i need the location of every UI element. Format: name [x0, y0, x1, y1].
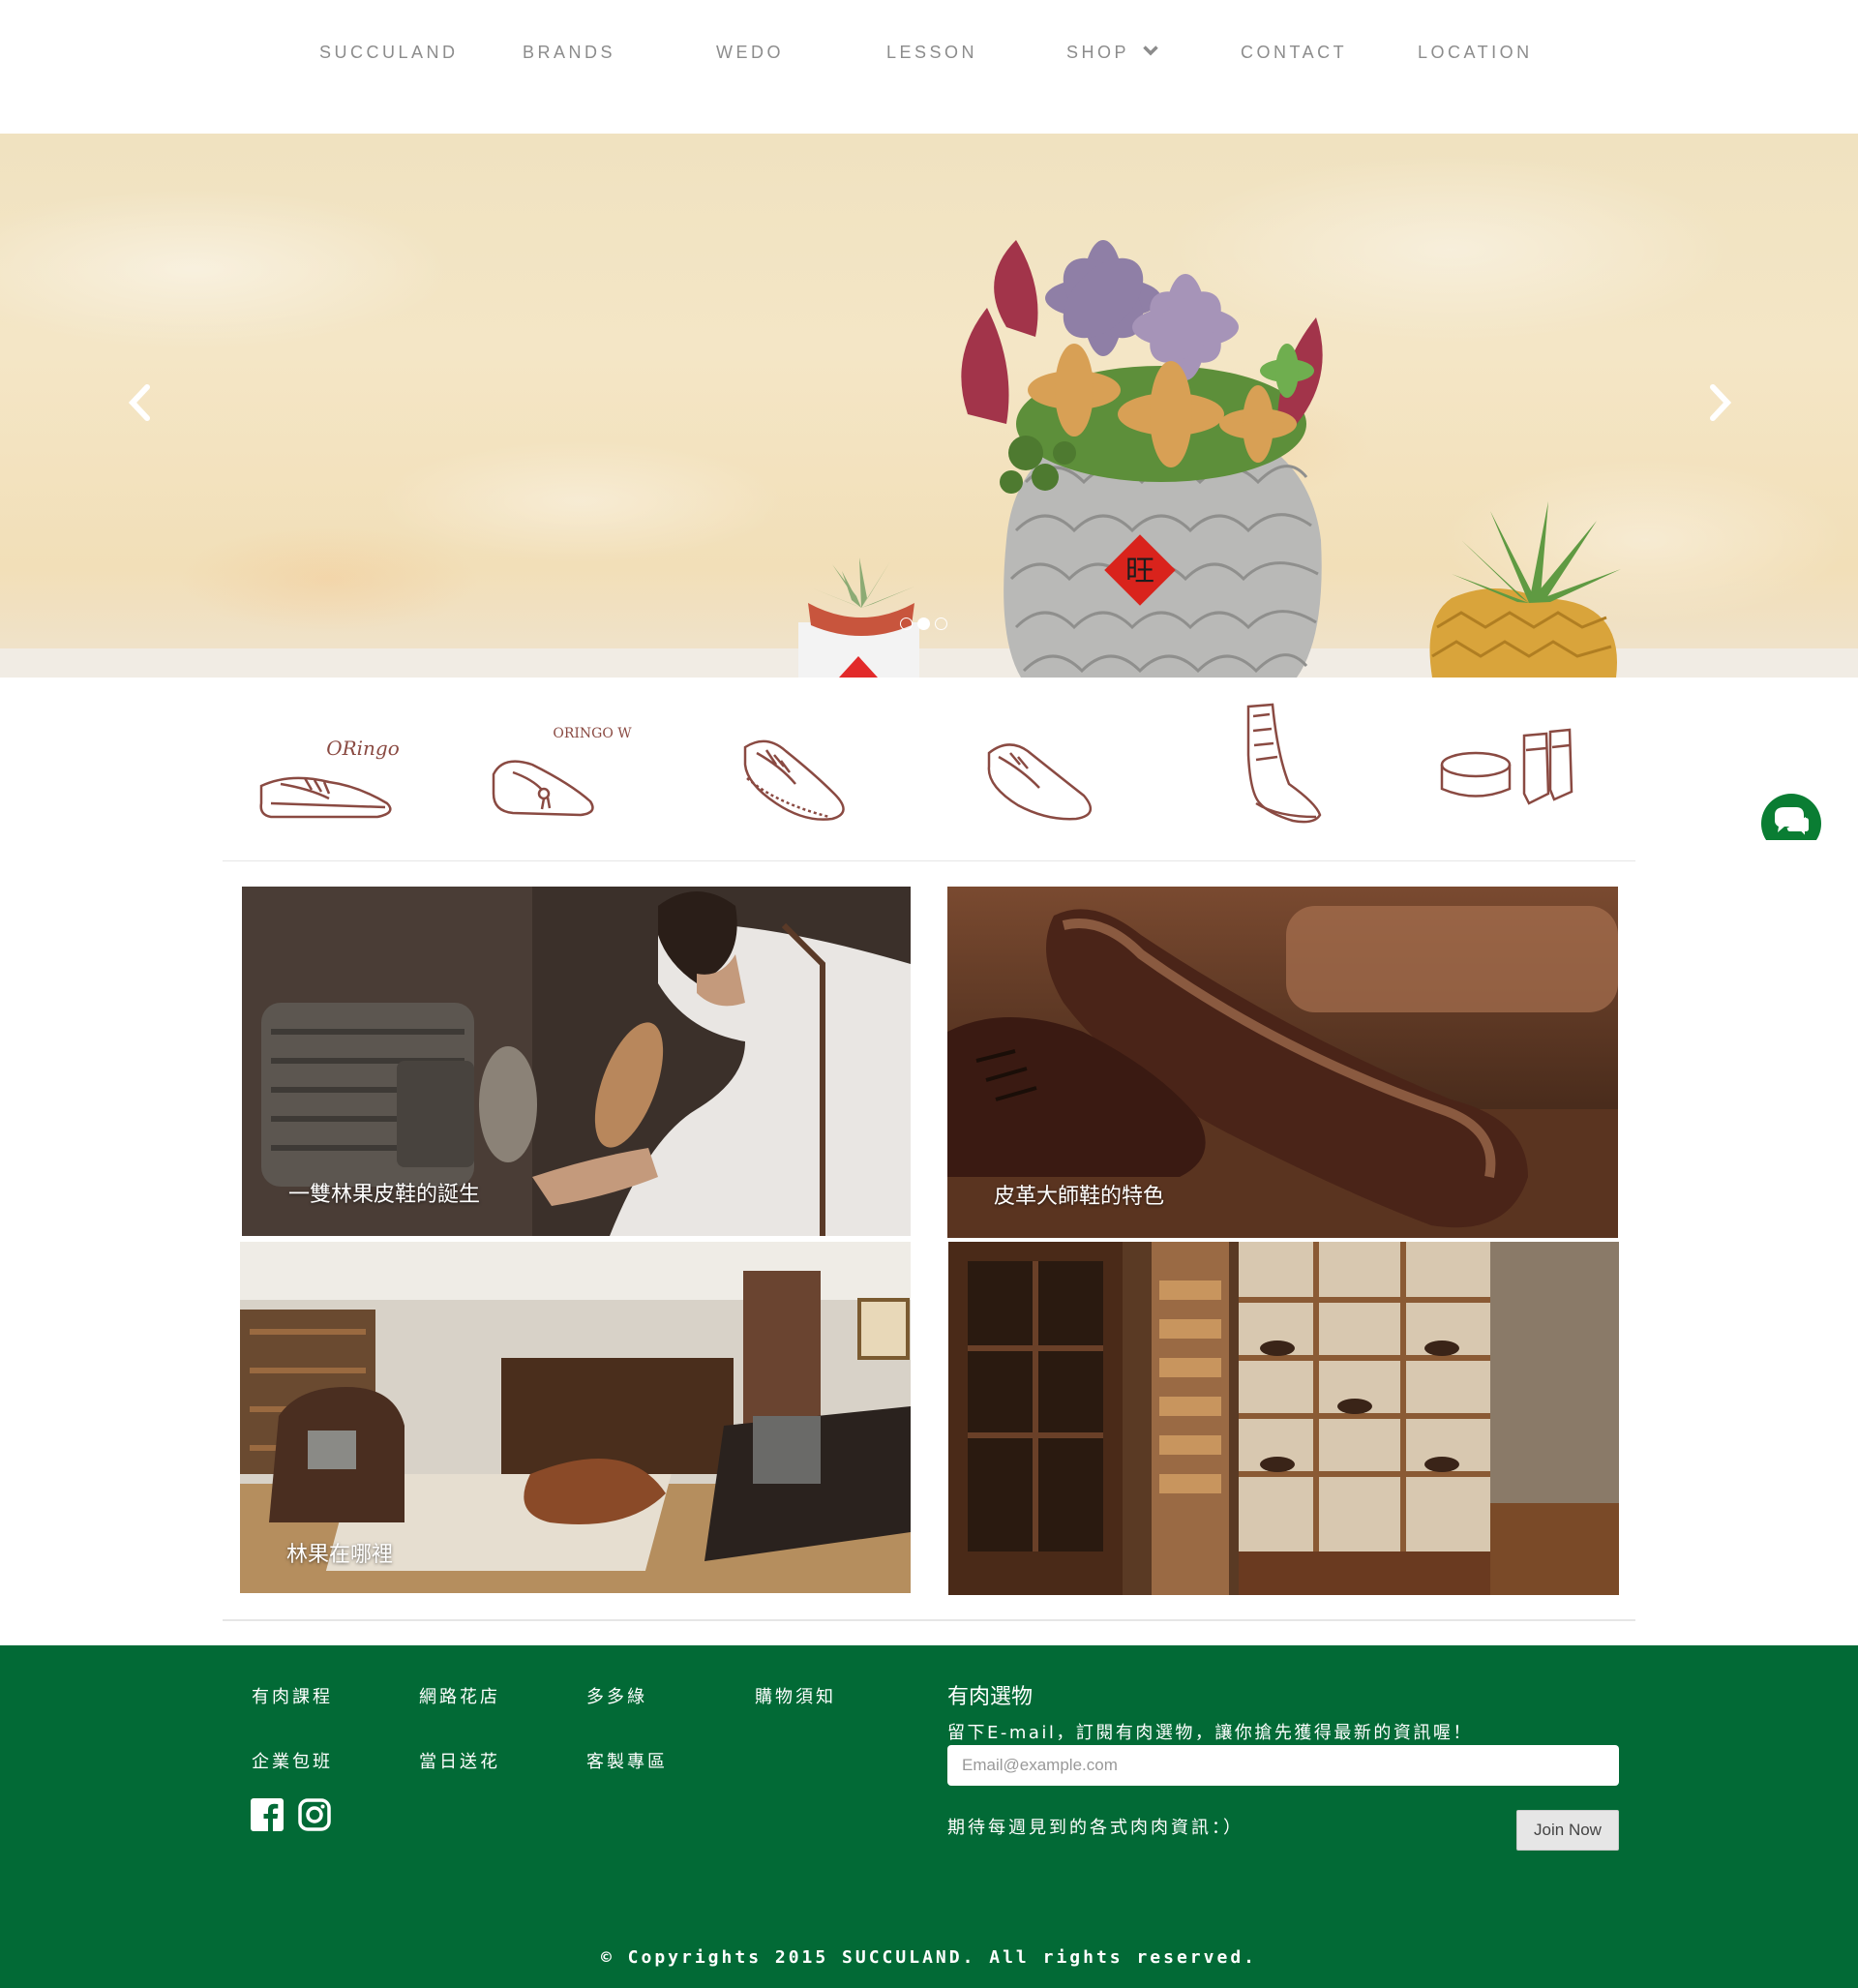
- nav-shop[interactable]: SHOP: [1066, 43, 1158, 63]
- join-now-button[interactable]: Join Now: [1516, 1810, 1619, 1851]
- footer-link-online-florist[interactable]: 網路花店: [419, 1683, 500, 1708]
- footer: 有肉課程 網路花店 多多綠 購物須知 企業包班 當日送花 客製專區 有肉選物 留…: [0, 1645, 1858, 1988]
- brand-oringo-w-loafer[interactable]: ORINGO W: [484, 697, 648, 842]
- tile-store-shelves-image: [948, 1242, 1619, 1595]
- nav-shop-label: SHOP: [1066, 43, 1129, 62]
- facebook-icon[interactable]: [251, 1798, 284, 1831]
- subscribe-description: 留下E-mail，訂閱有肉選物，讓你搶先獲得最新的資訊喔！: [947, 1723, 1473, 1743]
- footer-link-custom-orders[interactable]: 客製專區: [586, 1748, 668, 1773]
- tile-store-shelves[interactable]: [948, 1242, 1619, 1595]
- subscribe-note: 期待每週見到的各式肉肉資訊：）: [947, 1818, 1244, 1838]
- footer-link-duoduolu[interactable]: 多多綠: [586, 1683, 647, 1708]
- carousel-next-button[interactable]: [1695, 374, 1744, 432]
- footer-link-corporate-class[interactable]: 企業包班: [252, 1748, 333, 1773]
- nav-contact[interactable]: CONTACT: [1241, 43, 1347, 63]
- carousel-dot-1[interactable]: [900, 617, 913, 630]
- instagram-icon[interactable]: [298, 1798, 331, 1831]
- tile-caption: 皮革大師鞋的特色: [994, 1185, 1165, 1209]
- footer-link-same-day-delivery[interactable]: 當日送花: [419, 1748, 500, 1773]
- tile-store-location[interactable]: 林果在哪裡: [240, 1242, 911, 1593]
- pot-sign: 旺: [1125, 555, 1154, 588]
- brand-derby-shoe[interactable]: [970, 697, 1134, 842]
- brand-strip: ORingo ORINGO W: [223, 678, 1635, 861]
- chevron-down-icon: [1143, 45, 1158, 56]
- nav-lesson[interactable]: LESSON: [886, 43, 977, 63]
- brand-shoe-care-kit[interactable]: [1432, 697, 1597, 842]
- tile-leather-features[interactable]: 皮革大師鞋的特色: [947, 887, 1618, 1238]
- hero-image: 旺: [798, 240, 1621, 678]
- carousel-dot-3[interactable]: [935, 617, 947, 630]
- tile-caption: 林果在哪裡: [286, 1543, 394, 1567]
- carousel-prev-button[interactable]: [116, 374, 165, 432]
- chat-icon: [1761, 794, 1821, 840]
- tile-caption: 一雙林果皮鞋的誕生: [288, 1183, 481, 1207]
- carousel-indicators: [900, 617, 947, 630]
- email-field[interactable]: [947, 1745, 1619, 1786]
- content-divider: [223, 1619, 1635, 1621]
- footer-link-courses[interactable]: 有肉課程: [252, 1683, 333, 1708]
- chat-widget-button[interactable]: [1761, 792, 1821, 840]
- footer-link-shopping-notice[interactable]: 購物須知: [755, 1683, 836, 1708]
- brand-oringo-shoe[interactable]: ORingo: [252, 697, 416, 842]
- brand-text-oringo: ORingo: [326, 737, 400, 760]
- nav-brands[interactable]: BRANDS: [523, 43, 615, 63]
- top-navigation: SUCCULAND BRANDS WEDO LESSON SHOP CONTAC…: [0, 0, 1858, 134]
- brand-text-oringo-w: ORINGO W: [553, 726, 632, 741]
- chevron-left-icon: [128, 384, 150, 421]
- carousel-dot-2[interactable]: [917, 617, 930, 630]
- succulent-arrangement: [961, 240, 1323, 494]
- gold-pineapple-pot: [1429, 501, 1621, 678]
- chevron-right-icon: [1710, 384, 1732, 421]
- nav-wedo[interactable]: WEDO: [716, 43, 784, 63]
- brand-boot[interactable]: [1200, 697, 1364, 842]
- tile-shoe-birth[interactable]: 一雙林果皮鞋的誕生: [242, 887, 911, 1236]
- copyright-text: © Copyrights 2015 SUCCULAND. All rights …: [600, 1947, 1257, 1968]
- nav-location[interactable]: LOCATION: [1418, 43, 1533, 63]
- nav-succuland[interactable]: SUCCULAND: [319, 43, 459, 63]
- hero-carousel: 旺: [0, 134, 1858, 678]
- subscribe-title: 有肉選物: [947, 1685, 1034, 1709]
- brand-brogue-shoe[interactable]: [728, 697, 892, 842]
